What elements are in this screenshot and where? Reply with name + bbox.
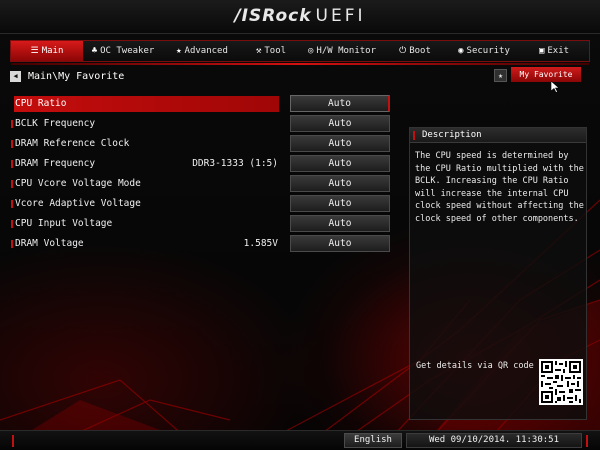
settings-list: CPU Ratio Auto BCLK Frequency Auto DRAM Refe… <box>11 94 394 254</box>
my-favorite-button[interactable]: My Favorite <box>511 67 581 82</box>
boot-icon: ⏻ <box>399 46 407 56</box>
tab-exit[interactable]: ▣ Exit <box>521 41 587 61</box>
setting-row[interactable]: Vcore Adaptive Voltage Auto <box>11 194 394 214</box>
setting-label: CPU Vcore Voltage Mode <box>11 176 279 192</box>
qr-code-icon <box>541 361 581 403</box>
setting-label: CPU Ratio <box>14 96 279 112</box>
setting-value-select[interactable]: Auto <box>290 115 390 132</box>
setting-current-value: DDR3-1333 (1:5) <box>192 158 278 169</box>
tab-label: Security <box>466 46 510 56</box>
qr-code-label: Get details via QR code <box>416 361 534 371</box>
main-tab-bar: ☰ Main ♣ OC Tweaker ★ Advanced ⚒ Tool ◎ H/W Monit… <box>10 40 590 65</box>
language-button[interactable]: English <box>344 433 402 448</box>
setting-value-select[interactable]: Auto <box>290 155 390 172</box>
brand-logo: /ISRock UEFI <box>0 6 600 26</box>
setting-label: DRAM Voltage <box>11 236 279 252</box>
setting-label: CPU Input Voltage <box>11 216 279 232</box>
back-arrow-icon[interactable]: ◀ <box>10 71 21 82</box>
setting-label: Vcore Adaptive Voltage <box>11 196 279 212</box>
tab-tool[interactable]: ⚒ Tool <box>241 41 301 61</box>
date-time-display: Wed 09/10/2014. 11:30:51 <box>406 433 582 448</box>
description-header: Description <box>410 128 586 143</box>
qr-code-image[interactable] <box>539 359 583 405</box>
tab-label: OC Tweaker <box>100 46 155 56</box>
setting-label: BCLK Frequency <box>11 116 279 132</box>
tab-label: H/W Monitor <box>316 46 377 56</box>
hw-monitor-icon: ◎ <box>307 46 314 56</box>
description-text: The CPU speed is determined by the CPU R… <box>415 151 584 224</box>
setting-row[interactable]: CPU Ratio Auto <box>14 94 394 114</box>
setting-value-select[interactable]: Auto <box>290 195 390 212</box>
header-bar: /ISRock UEFI <box>0 0 600 34</box>
breadcrumb-text: Main\My Favorite <box>28 71 125 82</box>
setting-row[interactable]: CPU Vcore Voltage Mode Auto <box>11 174 394 194</box>
setting-current-value: 1.585V <box>243 238 278 249</box>
setting-value-select[interactable]: Auto <box>290 235 390 252</box>
tab-security[interactable]: ◉ Security <box>447 41 521 61</box>
description-panel: Description The CPU speed is determined … <box>409 127 587 420</box>
setting-value-select[interactable]: Auto <box>290 135 390 152</box>
breadcrumb: ◀ Main\My Favorite <box>10 71 124 82</box>
oc-tweaker-icon: ♣ <box>91 46 98 56</box>
mouse-cursor-icon <box>550 78 560 97</box>
description-title: Description <box>422 130 482 140</box>
advanced-icon: ★ <box>176 46 182 56</box>
setting-row[interactable]: DRAM Reference Clock Auto <box>11 134 394 154</box>
tab-label: Tool <box>264 46 287 56</box>
tab-advanced[interactable]: ★ Advanced <box>163 41 241 61</box>
setting-value-select[interactable]: Auto <box>290 215 390 232</box>
tab-label: Main <box>41 46 64 56</box>
tab-boot[interactable]: ⏻ Boot <box>383 41 447 61</box>
setting-row[interactable]: CPU Input Voltage Auto <box>11 214 394 234</box>
tab-label: Advanced <box>184 46 228 56</box>
setting-value-select[interactable]: Auto <box>290 175 390 192</box>
footer-bar: English Wed 09/10/2014. 11:30:51 <box>0 430 600 450</box>
tab-oc-tweaker[interactable]: ♣ OC Tweaker <box>83 41 163 61</box>
setting-label: DRAM Reference Clock <box>11 136 279 152</box>
main-icon: ☰ <box>30 46 39 56</box>
security-icon: ◉ <box>458 46 464 56</box>
tool-icon: ⚒ <box>255 46 262 56</box>
brand-name: /ISRock <box>234 6 312 26</box>
tab-label: Exit <box>547 46 570 56</box>
tab-main[interactable]: ☰ Main <box>11 41 83 61</box>
star-icon[interactable]: ★ <box>494 69 507 82</box>
tab-label: Boot <box>409 46 431 56</box>
setting-row[interactable]: DRAM Frequency DDR3-1333 (1:5) Auto <box>11 154 394 174</box>
product-name: UEFI <box>315 6 366 26</box>
exit-icon: ▣ <box>538 46 545 56</box>
setting-row[interactable]: BCLK Frequency Auto <box>11 114 394 134</box>
tab-hw-monitor[interactable]: ◎ H/W Monitor <box>301 41 383 61</box>
setting-value-select[interactable]: Auto <box>290 95 390 112</box>
setting-row[interactable]: DRAM Voltage 1.585V Auto <box>11 234 394 254</box>
